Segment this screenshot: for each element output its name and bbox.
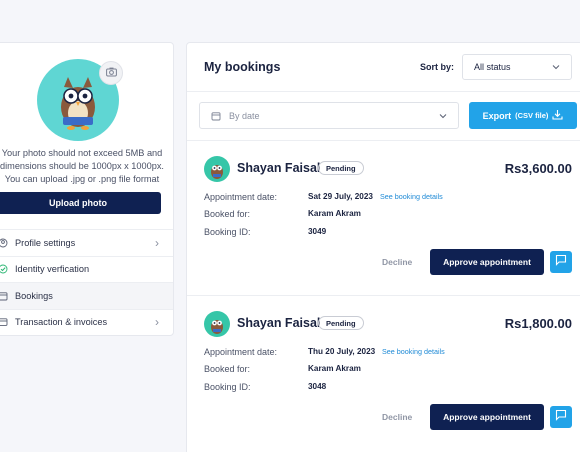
- avatar: [204, 156, 230, 182]
- download-icon: [552, 109, 563, 122]
- booking-amount: Rs3,600.00: [504, 161, 572, 176]
- message-button[interactable]: [550, 406, 572, 428]
- chevron-down-icon: [438, 111, 448, 123]
- chat-icon: [555, 408, 567, 426]
- decline-button[interactable]: Decline: [382, 257, 412, 267]
- chat-icon: [555, 253, 567, 271]
- sort-label: Sort by:: [420, 62, 455, 72]
- menu-item-label: Identity verfication: [15, 264, 90, 275]
- date-filter-placeholder: By date: [229, 110, 260, 121]
- page-title: My bookings: [204, 60, 281, 74]
- calendar-icon: [211, 111, 221, 121]
- booking-details-link[interactable]: See booking details: [380, 192, 443, 201]
- invoice-icon: [0, 317, 9, 327]
- client-name: Shayan Faisal: [237, 316, 321, 330]
- menu-item-label: Bookings: [15, 290, 53, 301]
- sort-value: All status: [474, 62, 511, 72]
- check-circle-icon: [0, 264, 9, 274]
- chevron-right-icon: ›: [155, 315, 159, 330]
- menu-item-label: Transaction & invoices: [15, 317, 108, 328]
- booking-id-label: Booking ID:: [204, 382, 251, 392]
- divider: [187, 91, 580, 92]
- menu-item-identity-verification[interactable]: Identity verfication: [0, 255, 173, 283]
- appointment-date-value: Thu 20 July, 2023: [308, 347, 376, 356]
- export-csv-button[interactable]: Export (CSV file): [469, 102, 577, 129]
- camera-icon: [105, 64, 117, 82]
- approve-appointment-button[interactable]: Approve appointment: [430, 404, 544, 430]
- status-sort-select[interactable]: All status: [462, 54, 572, 80]
- chevron-right-icon: ›: [155, 235, 159, 250]
- booking-amount: Rs1,800.00: [504, 316, 572, 331]
- booked-for-value: Karam Akram: [308, 364, 361, 373]
- bookings-panel: My bookings Sort by: All status By date …: [186, 42, 580, 452]
- profile-menu: Profile settings › Identity verfication …: [0, 229, 173, 335]
- booked-for-value: Karam Akram: [308, 209, 361, 218]
- booking-card: Shayan Faisal Pending Rs3,600.00 Appoint…: [187, 141, 580, 295]
- status-badge: Pending: [318, 161, 364, 175]
- booking-id-value: 3048: [308, 382, 327, 391]
- decline-button[interactable]: Decline: [382, 412, 412, 422]
- booking-id-value: 3049: [308, 227, 327, 236]
- booking-card: Shayan Faisal Pending Rs1,800.00 Appoint…: [187, 295, 580, 449]
- menu-item-bookings[interactable]: Bookings: [0, 282, 173, 309]
- menu-item-profile-settings[interactable]: Profile settings ›: [0, 229, 173, 256]
- profile-card: Your photo should not exceed 5MB and dim…: [0, 42, 174, 336]
- approve-appointment-button[interactable]: Approve appointment: [430, 249, 544, 275]
- export-sublabel: (CSV file): [515, 111, 549, 120]
- message-button[interactable]: [550, 251, 572, 273]
- date-filter-select[interactable]: By date: [199, 102, 459, 129]
- appointment-date-label: Appointment date:: [204, 192, 278, 202]
- chevron-down-icon: [551, 62, 561, 74]
- change-photo-button[interactable]: [99, 61, 123, 85]
- upload-photo-button[interactable]: Upload photo: [0, 192, 161, 214]
- booking-details-link[interactable]: See booking details: [382, 347, 445, 356]
- profile-icon: [0, 238, 9, 248]
- client-name: Shayan Faisal: [237, 161, 321, 175]
- menu-item-transactions[interactable]: Transaction & invoices ›: [0, 308, 173, 336]
- appointment-date-value: Sat 29 July, 2023: [308, 192, 373, 201]
- appointment-date-label: Appointment date:: [204, 347, 278, 357]
- photo-requirements-text: Your photo should not exceed 5MB and dim…: [0, 148, 164, 184]
- calendar-icon: [0, 291, 9, 301]
- profile-photo: [37, 59, 123, 141]
- booked-for-label: Booked for:: [204, 209, 251, 219]
- avatar: [204, 311, 230, 337]
- booked-for-label: Booked for:: [204, 364, 251, 374]
- booking-id-label: Booking ID:: [204, 227, 251, 237]
- status-badge: Pending: [318, 316, 364, 330]
- menu-item-label: Profile settings: [15, 237, 76, 248]
- export-label: Export: [482, 110, 512, 121]
